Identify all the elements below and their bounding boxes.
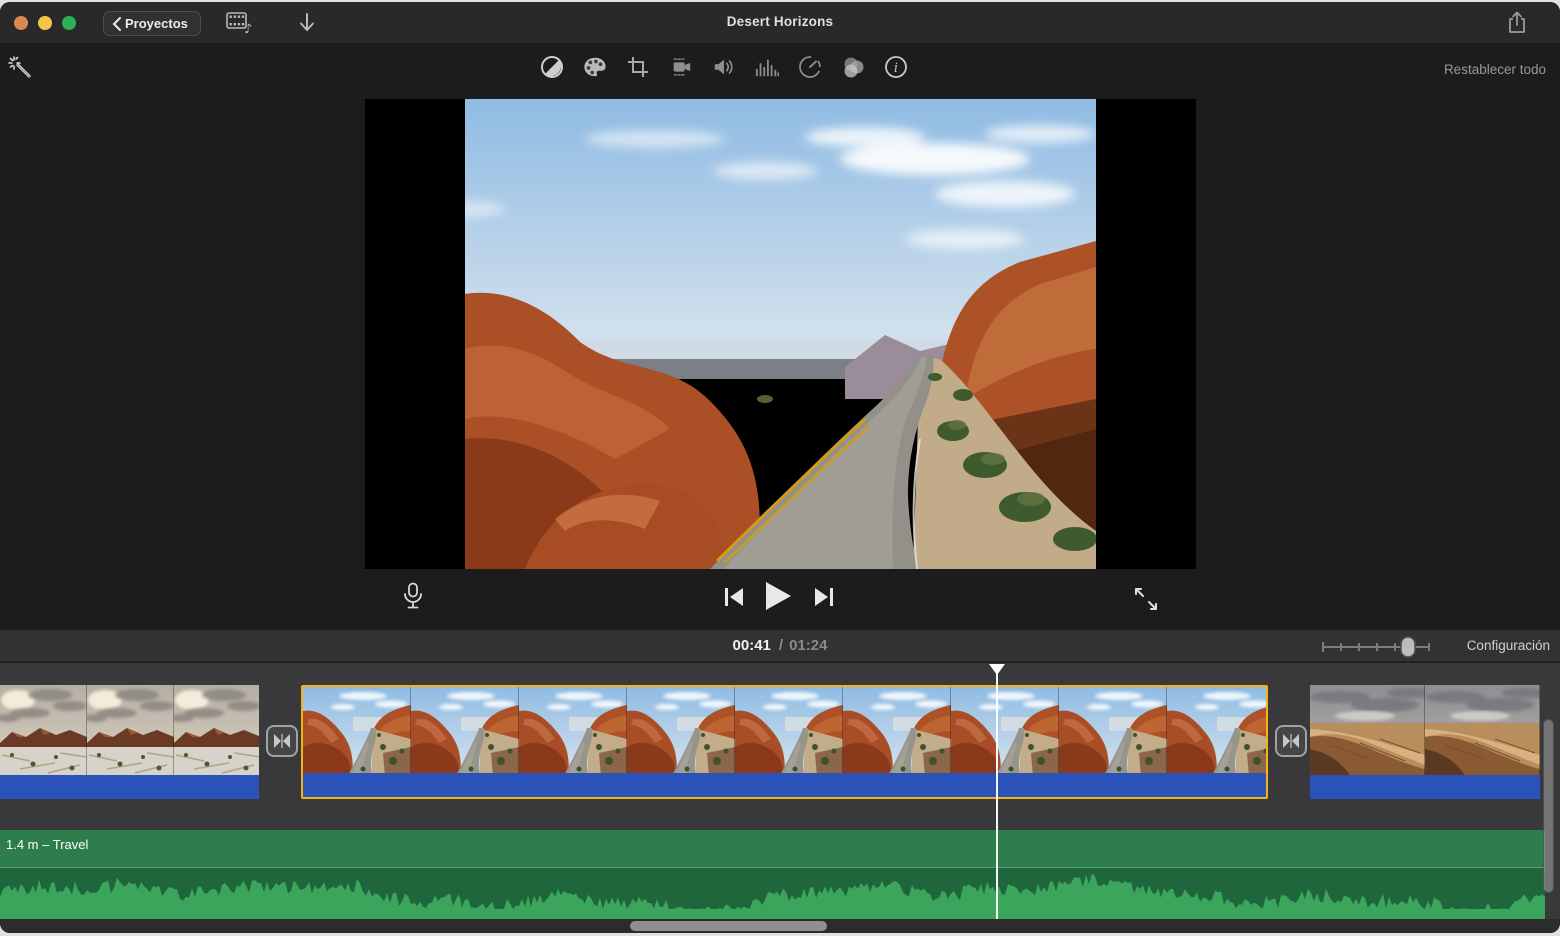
playhead-marker-icon xyxy=(989,664,1005,675)
transition-icon[interactable] xyxy=(266,725,298,757)
fullscreen-icon[interactable] xyxy=(1133,586,1159,617)
equalizer-icon[interactable] xyxy=(755,55,779,79)
timeline: 1.4 m – Travel xyxy=(0,663,1560,919)
timeline-clip-dunes[interactable] xyxy=(1310,685,1540,799)
speed-gauge-icon[interactable] xyxy=(798,55,822,79)
timeline-clip-road-selected[interactable] xyxy=(301,685,1268,799)
playhead-line xyxy=(996,667,998,919)
skip-forward-icon[interactable] xyxy=(813,586,835,613)
clip-audio-bar xyxy=(1310,775,1540,799)
clip-audio-bar xyxy=(0,775,259,799)
adjustments-toolbar: i xyxy=(540,55,908,79)
transition-icon[interactable] xyxy=(1275,725,1307,757)
video-viewer xyxy=(365,99,1196,569)
transport-controls xyxy=(0,570,1560,625)
color-balance-icon[interactable] xyxy=(540,55,564,79)
titlebar: Proyectos ♪ Desert Horizons xyxy=(0,2,1560,44)
crop-icon[interactable] xyxy=(626,55,650,79)
timeline-horizontal-scrollbar[interactable] xyxy=(630,921,827,931)
zoom-slider-thumb xyxy=(1401,637,1415,657)
preview-frame xyxy=(465,99,1096,569)
settings-button[interactable]: Configuración xyxy=(1467,638,1550,653)
timeline-clip-sunset[interactable] xyxy=(0,685,259,799)
timeline-zoom-slider[interactable] xyxy=(1320,636,1432,663)
timeline-vertical-scrollbar[interactable] xyxy=(1543,719,1554,893)
microphone-icon[interactable] xyxy=(402,582,424,615)
color-palette-icon[interactable] xyxy=(583,55,607,79)
audio-track-header: 1.4 m – Travel xyxy=(0,830,1545,867)
editor-area: i Restablecer todo xyxy=(0,45,1560,629)
total-duration: 01:24 xyxy=(783,637,827,654)
window-title: Desert Horizons xyxy=(0,14,1560,29)
time-config-bar: 00:41/01:24 Configuración xyxy=(0,629,1560,662)
clip-thumbnails xyxy=(303,687,1266,773)
skip-back-icon[interactable] xyxy=(723,586,745,613)
clip-thumbnails xyxy=(0,685,259,775)
current-time: 00:41 xyxy=(733,637,771,654)
play-icon[interactable] xyxy=(764,581,792,616)
share-icon[interactable] xyxy=(1500,10,1534,36)
clip-audio-bar xyxy=(303,773,1266,797)
reset-all-button[interactable]: Restablecer todo xyxy=(1444,62,1546,77)
color-filters-icon[interactable] xyxy=(841,55,865,79)
audio-waveform xyxy=(0,867,1545,919)
imovie-window: Proyectos ♪ Desert Horizons xyxy=(0,2,1560,933)
time-separator: / xyxy=(771,637,783,654)
audio-track[interactable]: 1.4 m – Travel xyxy=(0,830,1545,919)
info-icon[interactable]: i xyxy=(884,55,908,79)
timeline-horizontal-scrollbar-track xyxy=(0,919,1560,933)
volume-icon[interactable] xyxy=(712,55,736,79)
playhead[interactable] xyxy=(988,663,1005,919)
svg-text:i: i xyxy=(894,61,898,76)
audio-track-label: 1.4 m – Travel xyxy=(6,837,88,852)
auto-enhance-wand-icon[interactable] xyxy=(8,55,34,86)
stabilization-icon[interactable] xyxy=(669,55,693,79)
clip-thumbnails xyxy=(1310,685,1540,775)
